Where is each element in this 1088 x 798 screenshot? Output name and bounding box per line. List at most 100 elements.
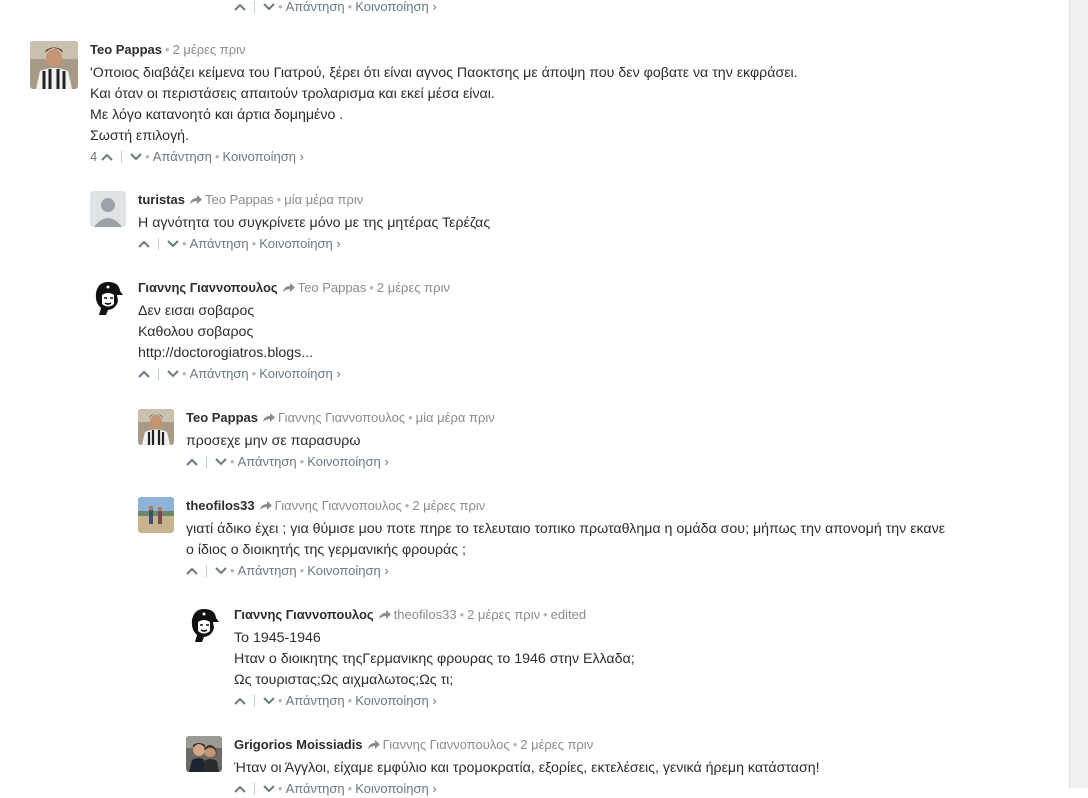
comment: Grigorios Moissiadis Γιαννης Γιαννοπουλος… (186, 736, 1026, 796)
separator-dot: • (278, 781, 283, 796)
separator-dot: • (251, 366, 257, 381)
upvote-button[interactable] (234, 3, 246, 11)
comment-text: Η αγνότητα του συγκρίνετε μόνο με της μη… (138, 213, 490, 234)
author-name[interactable]: Γιαννης Γιαννοπουλος (138, 280, 278, 295)
author-name[interactable]: Grigorios Moissiadis (234, 737, 363, 752)
separator-dot: • (543, 607, 548, 622)
comment-line: γιατί άδικο έχει ; για θύμισε μου ποτε π… (186, 521, 946, 537)
avatar[interactable] (90, 279, 126, 315)
timestamp[interactable]: μία μέρα πριν (284, 192, 363, 207)
comment-line: Ως τουριστας;Ως αιχμαλωτος;Ως τι; (234, 672, 454, 688)
comment: theofilos33 Γιαννης Γιαννοπουλος • 2 μέρες … (138, 497, 1028, 587)
comment-actions: • Απάντηση • Κοινοποίηση › (186, 562, 945, 580)
reply-link[interactable]: Απάντηση (238, 453, 297, 471)
downvote-button[interactable] (167, 240, 179, 248)
reply-link[interactable]: Απάντηση (153, 148, 212, 166)
upvote-button[interactable] (234, 697, 246, 705)
reply-link[interactable]: Απάντηση (286, 0, 345, 16)
separator-dot: • (276, 192, 282, 207)
separator-dot: • (299, 454, 305, 469)
parent-author[interactable]: Γιαννης Γιαννοπουλος (278, 410, 405, 425)
comment-actions: • Απάντηση • Κοινοποίηση › (186, 453, 495, 471)
parent-author[interactable]: theofilos33 (394, 607, 457, 622)
upvote-button[interactable] (101, 153, 113, 161)
share-link[interactable]: Κοινοποίηση › (259, 365, 341, 383)
reply-link[interactable]: Απάντηση (286, 780, 345, 798)
separator-dot: • (408, 410, 413, 425)
author-name[interactable]: Teo Pappas (90, 42, 162, 57)
share-link[interactable]: Κοινοποίηση › (307, 453, 389, 471)
share-link[interactable]: Κοινοποίηση › (355, 692, 437, 710)
separator-dot: • (145, 149, 150, 164)
parent-author[interactable]: Γιαννης Γιαννοπουλος (383, 737, 510, 752)
timestamp[interactable]: 2 μέρες πριν (467, 607, 540, 622)
separator-dot: • (230, 563, 235, 578)
downvote-button[interactable] (263, 697, 275, 705)
downvote-button[interactable] (215, 458, 227, 466)
timestamp[interactable]: μία μέρα πριν (416, 410, 495, 425)
comment-text: γιατί άδικο έχει ; για θύμισε μου ποτε π… (186, 519, 945, 561)
parent-author[interactable]: Teo Pappas (205, 192, 274, 207)
avatar[interactable] (90, 191, 126, 227)
avatar[interactable] (138, 497, 174, 533)
parent-author[interactable]: Γιαννης Γιαννοπουλος (275, 498, 402, 513)
comment-line: προσεχε μην σε παρασυρω (186, 433, 361, 449)
separator-dot: • (278, 0, 283, 14)
author-name[interactable]: theofilos33 (186, 498, 255, 513)
timestamp[interactable]: 2 μέρες πριν (173, 42, 246, 57)
comment-line: Καθολου σοβαρος (138, 324, 254, 340)
comment-link[interactable]: http://doctorogiatros.blogs... (138, 343, 450, 364)
reply-link[interactable]: Απάντηση (286, 692, 345, 710)
reply-link[interactable]: Απάντηση (238, 562, 297, 580)
comment-line: Και όταν οι περιστάσεις απαιτούν τρολαρι… (90, 86, 495, 102)
downvote-button[interactable] (263, 785, 275, 793)
upvote-button[interactable] (186, 458, 198, 466)
share-link[interactable]: Κοινοποίηση › (355, 780, 437, 798)
avatar[interactable] (186, 736, 222, 772)
downvote-button[interactable] (263, 3, 275, 11)
share-link[interactable]: Κοινοποίηση › (355, 0, 437, 16)
comment-actions: • Απάντηση • Κοινοποίηση › (234, 0, 437, 16)
separator-dot: • (299, 563, 305, 578)
upvote-button[interactable] (186, 567, 198, 575)
comment-line: ο ίδιος ο διοικητής της γερμανικής φρουρ… (186, 542, 466, 558)
separator-dot: • (404, 498, 410, 513)
share-link[interactable]: Κοινοποίηση › (222, 148, 304, 166)
downvote-button[interactable] (215, 567, 227, 575)
author-name[interactable]: turistas (138, 192, 185, 207)
comment-text: Ήταν οι Άγγλοι, είχαμε εμφύλιο και τρομο… (234, 758, 820, 779)
share-link[interactable]: Κοινοποίηση › (259, 235, 341, 253)
comment-line: Ήταν οι Άγγλοι, είχαμε εμφύλιο και τρομο… (234, 760, 820, 776)
upvote-button[interactable] (138, 370, 150, 378)
timestamp[interactable]: 2 μέρες πριν (520, 737, 593, 752)
separator-dot: • (347, 781, 353, 796)
timestamp[interactable]: 2 μέρες πριν (412, 498, 485, 513)
avatar[interactable] (186, 606, 222, 642)
comment-line: Σωστή επιλογή. (90, 128, 190, 144)
downvote-button[interactable] (167, 370, 179, 378)
vote-divider (206, 565, 207, 577)
upvote-button[interactable] (138, 240, 150, 248)
reply-to-icon (259, 501, 272, 510)
vote-divider (121, 151, 123, 163)
author-name[interactable]: Teo Pappas (186, 410, 258, 425)
share-link[interactable]: Κοινοποίηση › (307, 562, 389, 580)
downvote-button[interactable] (130, 153, 142, 161)
parent-author[interactable]: Teo Pappas (298, 280, 367, 295)
scrollbar-track[interactable] (1069, 0, 1088, 788)
upvote-button[interactable] (234, 785, 246, 793)
comment: Teo Pappas • 2 μέρες πριν 'Οποιος διαβάζει… (30, 41, 1030, 171)
timestamp[interactable]: 2 μέρες πριν (377, 280, 450, 295)
separator-dot: • (369, 280, 374, 295)
comment: Γιαννης Γιαννοπουλος Teo Pappas • 2 μέρες π… (90, 279, 1030, 389)
avatar[interactable] (30, 41, 78, 89)
reply-to-icon (282, 283, 295, 292)
separator-dot: • (251, 236, 257, 251)
vote-divider (206, 456, 207, 468)
author-name[interactable]: Γιαννης Γιαννοπουλος (234, 607, 374, 622)
avatar[interactable] (138, 409, 174, 445)
separator-dot: • (347, 693, 353, 708)
reply-to-icon (378, 610, 391, 619)
reply-link[interactable]: Απάντηση (190, 235, 249, 253)
reply-link[interactable]: Απάντηση (190, 365, 249, 383)
